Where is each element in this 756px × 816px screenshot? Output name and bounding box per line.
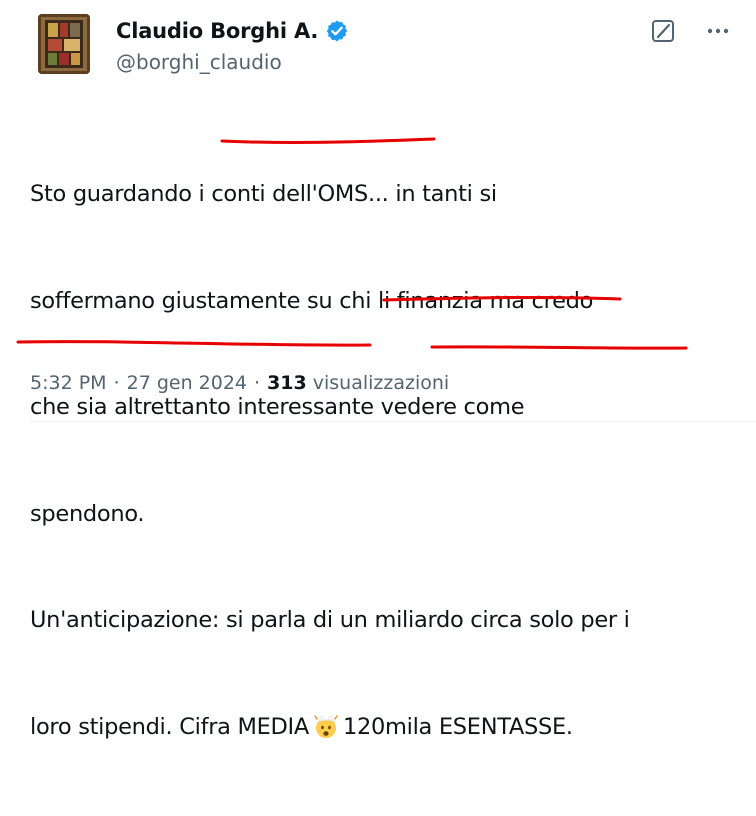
verified-badge-icon[interactable]: [325, 19, 349, 43]
tweet-time[interactable]: 5:32 PM: [30, 372, 107, 394]
tweet-text-line: Un'anticipazione: si parla di un miliard…: [30, 607, 630, 633]
tweet-text: Sto guardando i conti dell'OMS... in tan…: [30, 106, 750, 816]
meta-separator: ·: [113, 372, 120, 394]
views-label: visualizzazioni: [312, 372, 450, 394]
author-info: Claudio Borghi A. @borghi_claudio: [116, 15, 349, 74]
avatar[interactable]: [38, 14, 90, 74]
grok-icon[interactable]: [650, 18, 676, 44]
tweet-card: Claudio Borghi A. @borghi_claudio Sto gu…: [0, 0, 756, 740]
author-name-row: Claudio Borghi A.: [116, 15, 349, 47]
tweet-meta: 5:32 PM · 27 gen 2024 · 313 visualizzazi…: [30, 372, 449, 394]
exploding-head-emoji: [313, 713, 339, 739]
more-options-icon[interactable]: [704, 18, 732, 44]
divider: [30, 421, 756, 422]
author-display-name[interactable]: Claudio Borghi A.: [116, 19, 318, 43]
tweet-text-line: spendono.: [30, 500, 145, 527]
tweet-text-segment: loro stipendi. Cifra MEDIA: [30, 713, 309, 740]
tweet-text-segment: 120mila ESENTASSE.: [342, 713, 573, 740]
author-handle[interactable]: @borghi_claudio: [116, 50, 349, 74]
tweet-text-line: Sto guardando i conti dell'OMS... in tan…: [30, 181, 497, 207]
views-count: 313: [267, 372, 307, 394]
tweet-text-line: soffermano giustamente su chi li finanzi…: [30, 287, 594, 314]
tweet-text-line-last: loro stipendi. Cifra MEDIA 120mila ESENT…: [30, 710, 750, 746]
meta-separator: ·: [254, 372, 261, 394]
avatar-image: [38, 14, 90, 74]
tweet-date[interactable]: 27 gen 2024: [127, 372, 247, 394]
